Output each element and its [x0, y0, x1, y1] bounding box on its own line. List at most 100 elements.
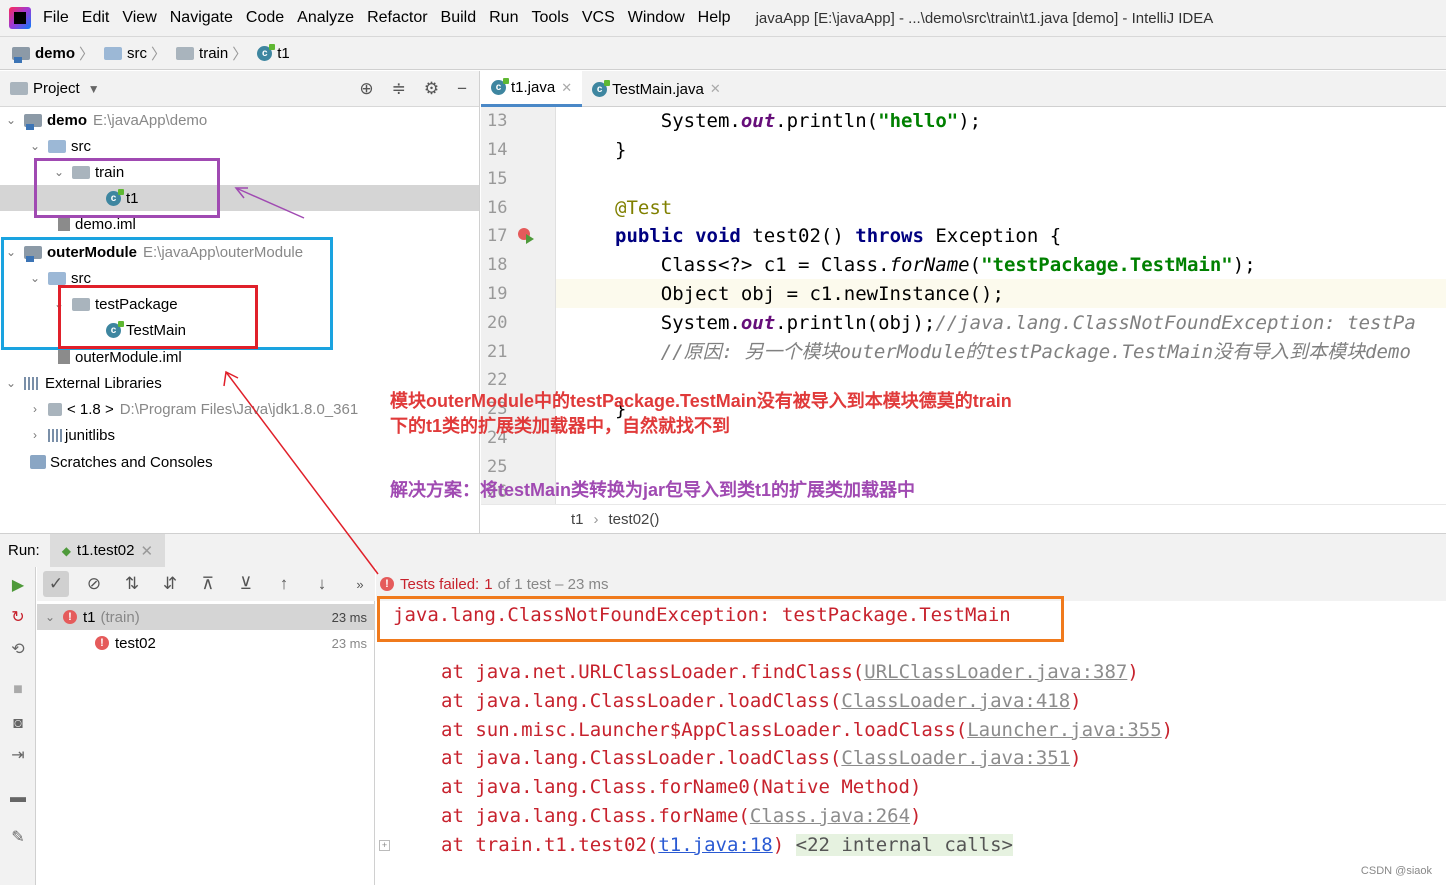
menu-refactor[interactable]: Refactor: [367, 9, 427, 27]
test-row-test02[interactable]: ! test02 23 ms: [37, 630, 375, 656]
nav-crumb-demo[interactable]: demo 〉: [12, 43, 98, 64]
stack-line: at java.net.URLClassLoader.findClass(URL…: [441, 661, 1139, 683]
package-folder-icon: [176, 46, 195, 60]
menu-navigate[interactable]: Navigate: [170, 9, 233, 27]
line-number: 16: [487, 198, 508, 218]
sort-alpha-icon[interactable]: ⇅: [119, 571, 145, 597]
expand-icon[interactable]: +: [379, 840, 390, 851]
code-line-20[interactable]: System.out.println(obj);//java.lang.Clas…: [615, 309, 1416, 338]
code-line-14[interactable]: }: [615, 136, 626, 165]
crumb-class[interactable]: t1: [571, 511, 584, 528]
run-icon[interactable]: [526, 234, 534, 244]
more-icon[interactable]: »: [347, 571, 373, 597]
class-icon: c: [491, 78, 509, 95]
code-line-13[interactable]: System.out.println("hello");: [615, 107, 981, 136]
editor-breadcrumb: t1 › test02(): [481, 504, 1446, 533]
layout-icon[interactable]: ▬: [9, 789, 27, 807]
arrow-up-icon[interactable]: ↑: [271, 571, 297, 597]
menu-vcs[interactable]: VCS: [582, 9, 615, 27]
menu-edit[interactable]: Edit: [82, 9, 110, 27]
line-number: 21: [487, 342, 508, 362]
crumb-method[interactable]: test02(): [609, 511, 660, 528]
tree-item-src[interactable]: ⌄ src: [0, 133, 479, 159]
code-line-16[interactable]: @Test: [615, 194, 672, 223]
test-failed-icon: !: [95, 636, 109, 650]
code-line-19[interactable]: Object obj = c1.newInstance();: [615, 280, 1004, 309]
line-number: 17: [487, 226, 508, 246]
expand-all-icon[interactable]: ⊼: [195, 571, 221, 597]
close-icon[interactable]: ✕: [561, 80, 572, 96]
nav-crumb-src[interactable]: src 〉: [104, 43, 170, 64]
export-icon[interactable]: ⇥: [9, 747, 27, 765]
code-line-17[interactable]: public void test02() throws Exception {: [615, 222, 1061, 251]
highlight-box-testpackage: [58, 285, 258, 349]
arrow-down-icon[interactable]: ↓: [309, 571, 335, 597]
run-tool-bar: Run: ◆ t1.test02 ✕: [0, 533, 1446, 568]
toggle-auto-test-icon[interactable]: ⟲: [9, 641, 27, 659]
stop-icon[interactable]: ■: [9, 681, 27, 699]
chevron-down-icon[interactable]: ⌄: [28, 139, 42, 153]
line-number: 19: [487, 284, 508, 304]
code-line-18[interactable]: Class<?> c1 = Class.forName("testPackage…: [615, 251, 1256, 280]
pin-icon[interactable]: ✎: [9, 829, 27, 847]
close-icon[interactable]: ✕: [140, 542, 153, 560]
stack-line: at train.t1.test02(t1.java:18) <22 inter…: [441, 834, 1013, 856]
menu-file[interactable]: File: [43, 9, 69, 27]
chevron-down-icon[interactable]: ▼: [88, 82, 100, 96]
project-panel-header: Project ▼ ⊕ ≑ ⚙ −: [0, 71, 479, 107]
chevron-right-icon[interactable]: ›: [28, 402, 42, 416]
tree-item-demo[interactable]: ⌄ demo E:\javaApp\demo: [0, 107, 479, 133]
chevron-right-icon[interactable]: ›: [28, 428, 42, 442]
menu-build[interactable]: Build: [441, 9, 477, 27]
tab-t1-java[interactable]: c t1.java ✕: [481, 71, 583, 107]
collapse-all-icon[interactable]: ⊻: [233, 571, 259, 597]
annotation-solution: 解决方案：将testMain类转换为jar包导入到类t1的扩展类加载器中: [390, 480, 916, 500]
project-view-icon: [10, 82, 28, 95]
show-ignored-icon[interactable]: ⊘: [81, 571, 107, 597]
line-number: 13: [487, 111, 508, 131]
code-line-21[interactable]: //原因: 另一个模块outerModule的testPackage.TestM…: [615, 338, 1411, 367]
class-icon: c: [592, 79, 611, 97]
camera-icon[interactable]: ◙: [9, 715, 27, 733]
module-folder-icon: [12, 46, 30, 63]
project-view-selector[interactable]: Project: [33, 80, 80, 97]
library-icon: [48, 428, 62, 442]
menu-view[interactable]: View: [122, 9, 156, 27]
chevron-down-icon[interactable]: ⌄: [4, 113, 18, 127]
chevron-down-icon[interactable]: ⌄: [4, 376, 18, 390]
menu-help[interactable]: Help: [698, 9, 731, 27]
tab-testmain-java[interactable]: c TestMain.java ✕: [582, 71, 731, 107]
rerun-icon[interactable]: ▶: [9, 577, 27, 595]
test-run-icon: ◆: [61, 543, 71, 558]
run-label: Run:: [8, 542, 40, 559]
test-row-t1[interactable]: ⌄ ! t1 (train) 23 ms: [37, 604, 375, 630]
menu-tools[interactable]: Tools: [531, 9, 568, 27]
nav-crumb-train[interactable]: train 〉: [176, 43, 251, 64]
nav-crumb-t1[interactable]: c t1: [257, 43, 290, 62]
chevron-down-icon[interactable]: ⌄: [43, 610, 57, 624]
library-icon: [24, 376, 40, 390]
gear-icon[interactable]: ⚙: [424, 79, 439, 99]
source-folder-icon: [104, 46, 123, 60]
close-icon[interactable]: ✕: [710, 81, 721, 97]
editor-tabs: c t1.java ✕ c TestMain.java ✕: [481, 71, 1446, 107]
menu-window[interactable]: Window: [628, 9, 685, 27]
hide-panel-icon[interactable]: −: [457, 79, 467, 99]
scratches-icon: [30, 455, 46, 469]
menu-code[interactable]: Code: [246, 9, 284, 27]
sort-duration-icon[interactable]: ⇵: [157, 571, 183, 597]
iml-file-icon: [58, 350, 70, 364]
locate-target-icon[interactable]: ⊕: [359, 79, 373, 99]
watermark: CSDN @siaok: [1360, 865, 1432, 877]
intellij-logo-icon: [9, 7, 31, 29]
run-tab-t1-test02[interactable]: ◆ t1.test02 ✕: [49, 533, 166, 568]
tree-item-scratches[interactable]: Scratches and Consoles: [0, 449, 479, 475]
show-passed-icon[interactable]: ✓: [43, 571, 69, 597]
collapse-all-icon[interactable]: ≑: [392, 79, 406, 99]
menu-run[interactable]: Run: [489, 9, 518, 27]
rerun-failed-icon[interactable]: ↻: [9, 609, 27, 627]
test-results-tree: ⌄ ! t1 (train) 23 ms ! test02 23 ms: [37, 601, 375, 885]
menu-analyze[interactable]: Analyze: [297, 9, 354, 27]
line-number: 15: [487, 169, 508, 189]
module-folder-icon: [24, 113, 42, 130]
